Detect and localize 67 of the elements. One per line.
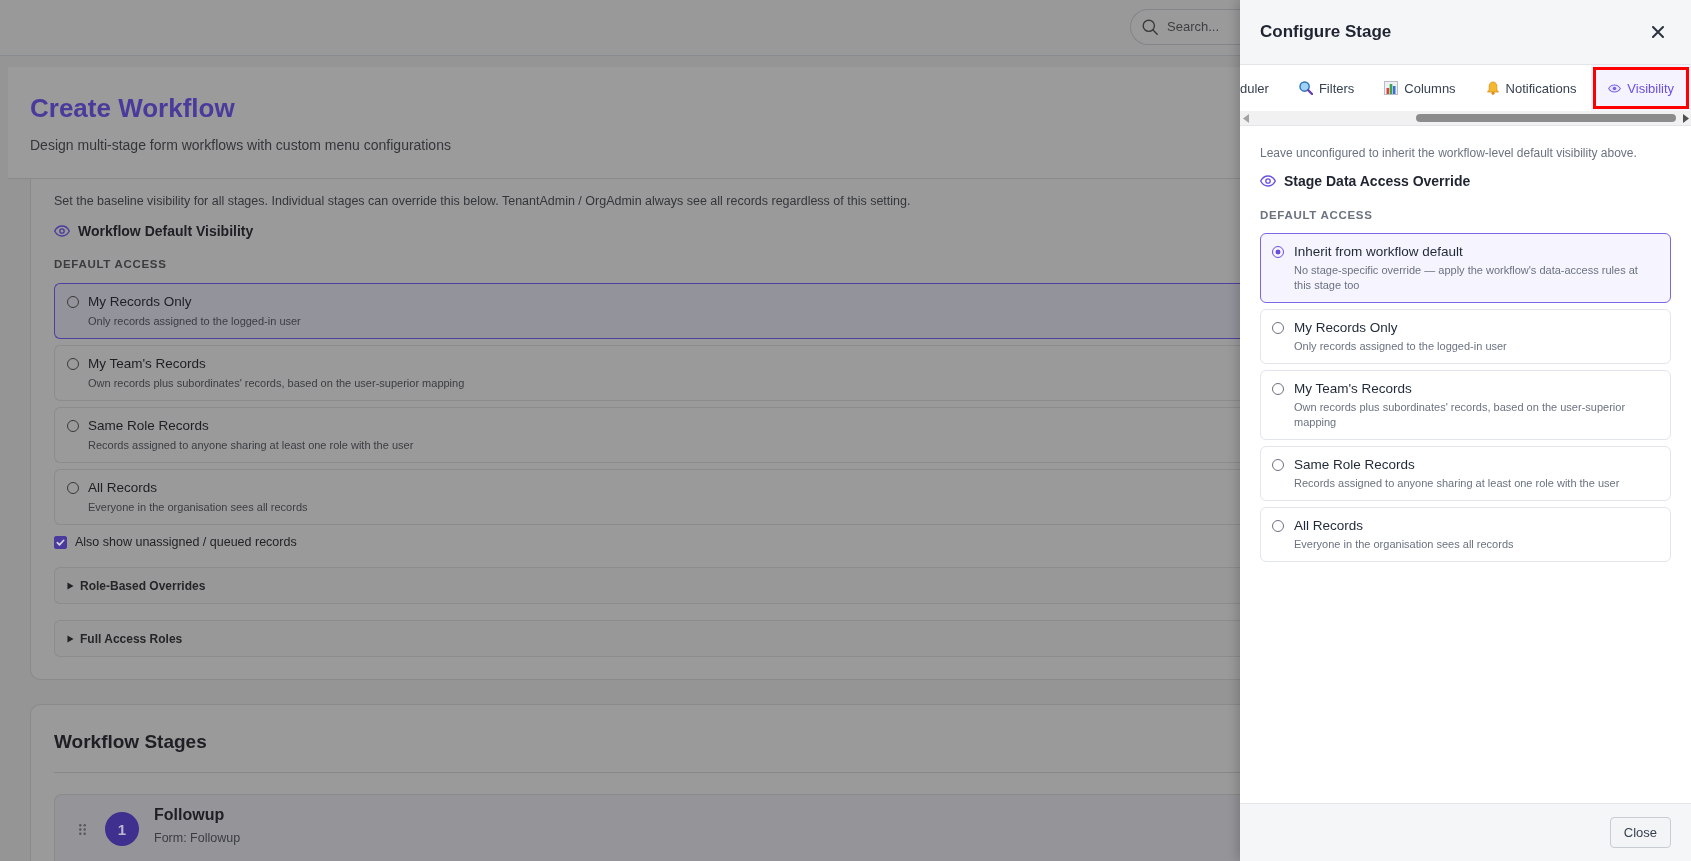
collapsible-section[interactable]: Full Access Roles bbox=[54, 620, 1240, 657]
section-label: DEFAULT ACCESS bbox=[54, 257, 168, 271]
access-option[interactable]: My Team's Records Own records plus subordinates' records, based on the user-superior mapping bbox=[54, 345, 1240, 401]
option-description: Everyone in the organisation sees all records bbox=[1294, 537, 1514, 552]
access-option[interactable]: Inherit from workflow default No stage-specific override — apply the workflow's data-access rules at this stage too bbox=[1260, 233, 1671, 303]
stage-card[interactable]: 1 Followup Form: Followup bbox=[54, 794, 1240, 861]
scrollbar-thumb[interactable] bbox=[1416, 114, 1676, 122]
tab[interactable]: Notifications bbox=[1470, 65, 1592, 111]
access-option[interactable]: My Records Only Only records assigned to the logged-in user bbox=[1260, 309, 1671, 364]
option-title: My Team's Records bbox=[88, 355, 207, 373]
scroll-left-arrow-icon[interactable] bbox=[1243, 113, 1249, 123]
access-option[interactable]: My Records Only Only records assigned to the logged-in user bbox=[54, 283, 1240, 339]
option-description: Only records assigned to the logged-in user bbox=[88, 314, 301, 329]
access-option[interactable]: My Team's Records Own records plus subordinates' records, based on the user-superior mapping bbox=[1260, 370, 1671, 440]
checkbox[interactable] bbox=[54, 535, 67, 549]
tab[interactable]: Filters bbox=[1283, 65, 1370, 111]
eye-icon bbox=[54, 225, 70, 237]
option-description: Records assigned to anyone sharing at least one role with the user bbox=[88, 438, 414, 453]
option-description: Own records plus subordinates' records, based on the user-superior mapping bbox=[88, 376, 465, 391]
close-button[interactable] bbox=[1652, 26, 1664, 38]
option-description: Own records plus subordinates' records, based on the user-superior mapping bbox=[1294, 400, 1627, 430]
drag-handle-icon[interactable] bbox=[79, 824, 86, 835]
eye-icon bbox=[1260, 175, 1276, 187]
drawer-title: Configure Stage bbox=[1260, 21, 1392, 43]
section-label: DEFAULT ACCESS bbox=[1260, 208, 1374, 222]
close-icon bbox=[1652, 26, 1664, 38]
scroll-right-arrow-icon[interactable] bbox=[1683, 113, 1689, 123]
radio-button[interactable] bbox=[1272, 246, 1284, 258]
access-option[interactable]: Same Role Records Records assigned to anyone sharing at least one role with the user bbox=[1260, 446, 1671, 501]
option-title: All Records bbox=[88, 479, 159, 497]
option-title: My Records Only bbox=[88, 293, 193, 311]
option-description: Only records assigned to the logged-in user bbox=[1294, 339, 1507, 354]
section-heading: Stage Data Access Override bbox=[1284, 172, 1471, 190]
option-title: All Records bbox=[1294, 517, 1365, 535]
page-subtitle: Design multi-stage form workflows with custom menu configurations bbox=[30, 136, 452, 154]
drawer-hint: Leave unconfigured to inherit the workflow-level default visibility above. bbox=[1260, 145, 1638, 161]
bell-icon bbox=[1485, 81, 1500, 95]
section-heading: Workflow Default Visibility bbox=[78, 222, 254, 240]
option-title: Same Role Records bbox=[88, 417, 210, 435]
bar-chart-icon bbox=[1384, 81, 1399, 95]
access-option[interactable]: All Records Everyone in the organisation sees all records bbox=[54, 469, 1240, 525]
tab[interactable]: duler bbox=[1240, 65, 1284, 111]
option-title: Inherit from workflow default bbox=[1294, 243, 1464, 261]
stages-title: Workflow Stages bbox=[54, 730, 208, 754]
option-title: My Records Only bbox=[1294, 319, 1399, 337]
page-title: Create Workflow bbox=[30, 92, 235, 124]
access-option[interactable]: All Records Everyone in the organisation sees all records bbox=[1260, 507, 1671, 562]
stage-number: 1 bbox=[105, 812, 139, 846]
tab[interactable]: Visibility bbox=[1591, 65, 1691, 111]
access-option[interactable]: Same Role Records Records assigned to anyone sharing at least one role with the user bbox=[54, 407, 1240, 463]
stage-name: Followup bbox=[154, 805, 226, 825]
visibility-description: Set the baseline visibility for all stages. Individual stages can override this below. TenantAdmin / OrgAdmin always see all records regardless of this setting. bbox=[54, 193, 912, 209]
option-description: Records assigned to anyone sharing at least one role with the user bbox=[1294, 476, 1620, 491]
option-description: Everyone in the organisation sees all records bbox=[88, 500, 308, 515]
option-title: My Team's Records bbox=[1294, 380, 1413, 398]
stage-form: Form: Followup bbox=[154, 830, 241, 846]
search-icon bbox=[1142, 18, 1158, 35]
search-field[interactable]: Search... bbox=[1130, 8, 1240, 45]
magnifier-icon bbox=[1298, 81, 1313, 95]
tab[interactable]: Columns bbox=[1369, 65, 1471, 111]
close-button[interactable]: Close bbox=[1609, 817, 1671, 848]
option-description: No stage-specific override — apply the workflow's data-access rules at this stage too bbox=[1294, 263, 1639, 293]
checkbox-label: Also show unassigned / queued records bbox=[75, 534, 297, 550]
eye-icon bbox=[1608, 83, 1622, 93]
tab-scrollbar[interactable] bbox=[1240, 111, 1691, 126]
option-title: Same Role Records bbox=[1294, 456, 1416, 474]
collapsible-section[interactable]: Role-Based Overrides bbox=[54, 567, 1240, 604]
